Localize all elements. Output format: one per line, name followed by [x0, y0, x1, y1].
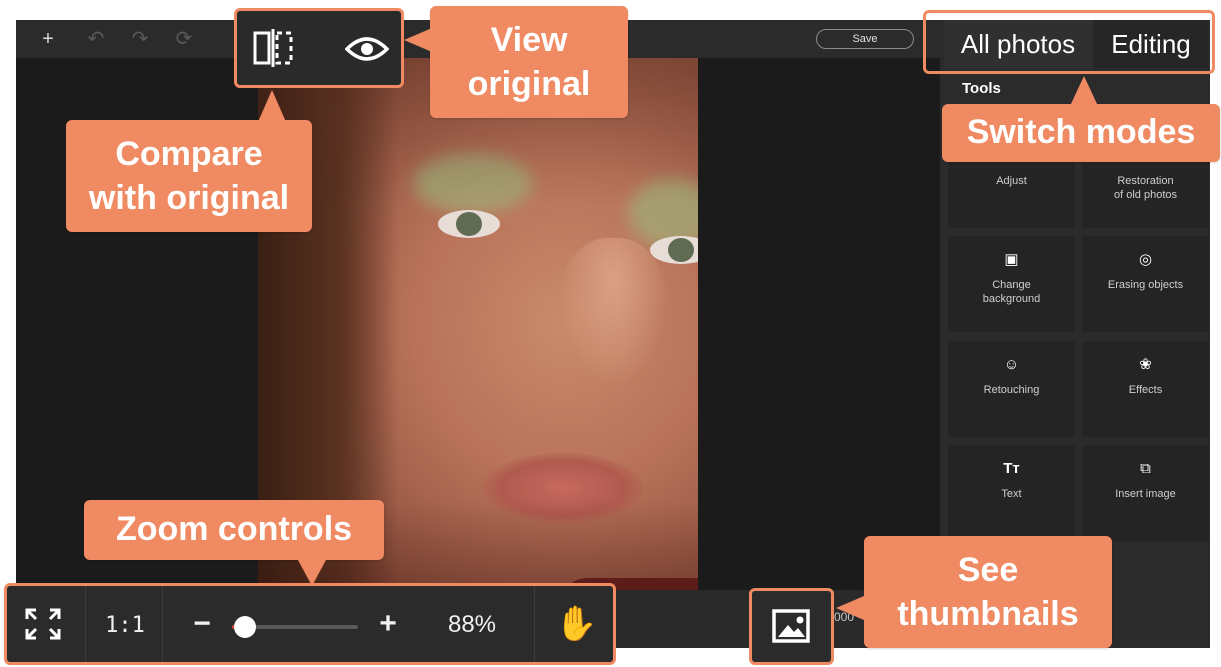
- image-icon: [772, 609, 812, 645]
- eraser-icon: ◎: [1138, 251, 1153, 268]
- tool-text[interactable]: Tт Text: [948, 445, 1075, 541]
- zoom-controls: 1:1 − + 88% ✋: [4, 583, 616, 665]
- tool-label: Text: [1001, 488, 1022, 500]
- tool-label: Change background: [982, 279, 1041, 305]
- tools-heading: Tools: [962, 80, 1001, 97]
- tool-change-background[interactable]: ▣ Change background: [948, 236, 1075, 332]
- insert-image-icon: ⧉: [1140, 460, 1151, 477]
- fit-screen-icon[interactable]: [23, 606, 63, 642]
- zoom-percent: 88%: [447, 611, 497, 638]
- tool-erasing-objects[interactable]: ◎ Erasing objects: [1082, 236, 1209, 332]
- redo-icon[interactable]: ↷: [128, 27, 152, 51]
- split-compare-icon[interactable]: [251, 27, 295, 69]
- plus-icon[interactable]: +: [36, 27, 60, 51]
- tool-label: Erasing objects: [1107, 279, 1184, 291]
- callout-see-thumbnails-pointer: [836, 596, 864, 620]
- save-button[interactable]: Save: [816, 29, 914, 49]
- undo-icon[interactable]: ↶: [84, 27, 108, 51]
- callout-compare: Compare with original: [66, 120, 312, 232]
- thumbnails-button[interactable]: [749, 588, 834, 665]
- zoom-slider[interactable]: [232, 616, 358, 638]
- mode-switch-highlight: [923, 10, 1215, 74]
- compare-controls: [234, 8, 404, 88]
- callout-view-original-pointer: [404, 28, 432, 52]
- tool-label: Insert image: [1115, 488, 1176, 500]
- tool-retouching[interactable]: ☺ Retouching: [948, 341, 1075, 437]
- background-icon: ▣: [1004, 251, 1019, 268]
- zoom-slider-handle[interactable]: [233, 616, 256, 638]
- tool-label: Retouching: [983, 384, 1040, 396]
- tool-label: Adjust: [996, 175, 1027, 187]
- sync-icon[interactable]: ⟳: [172, 27, 196, 51]
- zoom-out-button[interactable]: −: [187, 606, 217, 642]
- zoom-one-to-one-button[interactable]: 1:1: [93, 612, 157, 640]
- tool-label: Effects: [1128, 384, 1163, 396]
- callout-zoom-controls-pointer: [298, 560, 326, 586]
- tool-effects[interactable]: ❀ Effects: [1082, 341, 1209, 437]
- callout-view-original: View original: [430, 6, 628, 118]
- eye-icon[interactable]: [344, 29, 390, 69]
- callout-switch-modes: Switch modes: [942, 104, 1220, 162]
- smiley-icon: ☺: [1003, 356, 1020, 373]
- hand-icon[interactable]: ✋: [555, 602, 597, 646]
- callout-see-thumbnails: See thumbnails: [864, 536, 1112, 648]
- tool-insert-image[interactable]: ⧉ Insert image: [1082, 445, 1209, 541]
- callout-zoom-controls: Zoom controls: [84, 500, 384, 560]
- text-icon: Tт: [1003, 460, 1020, 477]
- tool-label: Restoration of old photos: [1114, 175, 1177, 201]
- callout-compare-pointer: [258, 90, 286, 122]
- callout-switch-modes-pointer: [1070, 76, 1098, 106]
- effects-icon: ❀: [1139, 356, 1152, 373]
- zoom-in-button[interactable]: +: [373, 606, 403, 642]
